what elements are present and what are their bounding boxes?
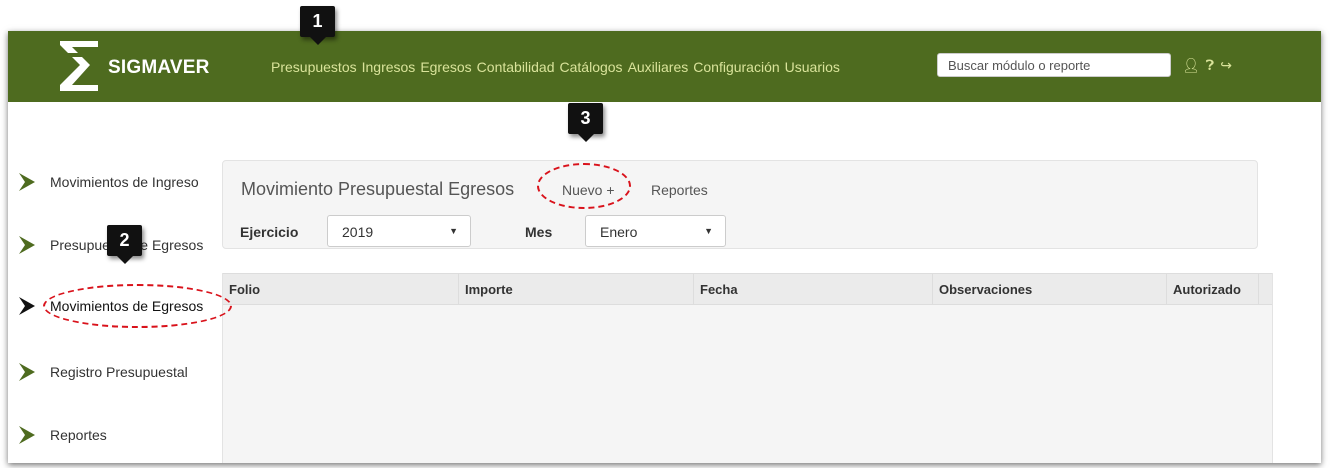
column-header-folio[interactable]: Folio <box>223 274 459 305</box>
menu-usuarios[interactable]: Usuarios <box>785 59 840 75</box>
menu-egresos[interactable]: Egresos <box>420 59 471 75</box>
ejercicio-label: Ejercicio <box>240 224 299 240</box>
sidebar-item-label: Movimientos de Ingreso <box>50 174 199 190</box>
sidebar-item-registro-presupuestal[interactable]: Registro Presupuestal <box>16 361 188 383</box>
menu-presupuestos[interactable]: Presupuestos <box>271 59 357 75</box>
reports-link[interactable]: Reportes <box>651 182 708 198</box>
sidebar-item-label: Registro Presupuestal <box>50 364 188 380</box>
egresos-table: Folio Importe Fecha Observaciones Autori… <box>222 273 1273 463</box>
callout-2: 2 <box>107 225 142 264</box>
sidebar-item-movimientos-egresos[interactable]: Movimientos de Egresos <box>16 295 203 317</box>
menu-ingresos[interactable]: Ingresos <box>362 59 416 75</box>
chevron-right-icon <box>19 236 35 254</box>
caret-down-icon: ▼ <box>449 226 458 236</box>
table-header: Folio Importe Fecha Observaciones Autori… <box>223 273 1272 305</box>
brand-name[interactable]: SIGMAVER <box>108 57 210 79</box>
menu-catalogos[interactable]: Catálogos <box>560 59 623 75</box>
sidebar-item-label: Movimientos de Egresos <box>50 298 204 314</box>
ejercicio-value: 2019 <box>342 224 374 240</box>
filter-panel: Movimiento Presupuestal Egresos Nuevo + … <box>222 160 1258 249</box>
column-header-autorizado[interactable]: Autorizado <box>1167 274 1259 305</box>
navbar-icons: 👤︎ ❓︎ ↪ <box>1182 57 1232 74</box>
ejercicio-select[interactable]: 2019 ▼ <box>327 215 471 247</box>
mes-label: Mes <box>525 224 553 240</box>
user-icon[interactable]: 👤︎ <box>1182 57 1200 74</box>
chevron-right-icon <box>19 297 35 315</box>
app-window: SIGMAVER Presupuestos Ingresos Egresos C… <box>8 31 1321 463</box>
chevron-right-icon <box>19 363 35 381</box>
main-menu: Presupuestos Ingresos Egresos Contabilid… <box>271 59 840 75</box>
chevron-right-icon <box>19 173 35 191</box>
search-input[interactable] <box>937 53 1171 77</box>
sidebar-item-label: Reportes <box>50 427 107 443</box>
sidebar-item-movimientos-ingreso[interactable]: Movimientos de Ingreso <box>16 171 199 193</box>
caret-down-icon: ▼ <box>704 226 713 236</box>
column-header-fecha[interactable]: Fecha <box>694 274 933 305</box>
logout-icon[interactable]: ↪ <box>1220 57 1232 74</box>
callout-3: 3 <box>568 103 603 142</box>
menu-auxiliares[interactable]: Auxiliares <box>628 59 689 75</box>
chevron-right-icon <box>19 426 35 444</box>
column-header-observaciones[interactable]: Observaciones <box>933 274 1167 305</box>
menu-configuracion[interactable]: Configuración <box>693 59 779 75</box>
new-button[interactable]: Nuevo + <box>562 182 615 198</box>
sidebar-item-reportes[interactable]: Reportes <box>16 424 107 446</box>
callout-1: 1 <box>300 6 335 45</box>
top-navbar: SIGMAVER Presupuestos Ingresos Egresos C… <box>8 31 1321 102</box>
mes-select[interactable]: Enero ▼ <box>585 215 726 247</box>
page-title: Movimiento Presupuestal Egresos <box>241 179 515 199</box>
menu-contabilidad[interactable]: Contabilidad <box>477 59 555 75</box>
help-icon[interactable]: ❓︎ <box>1206 57 1214 74</box>
column-header-importe[interactable]: Importe <box>459 274 694 305</box>
mes-value: Enero <box>600 224 638 240</box>
